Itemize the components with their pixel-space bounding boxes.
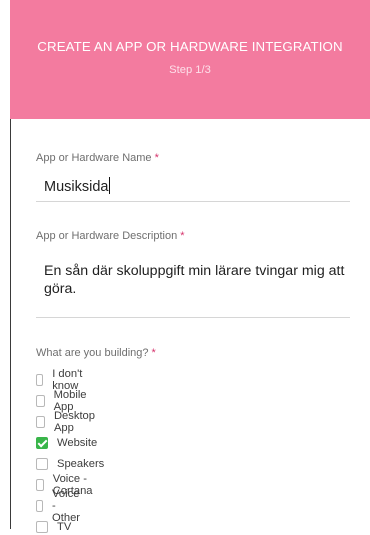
option-label: Website [57, 437, 98, 449]
text-caret [109, 177, 111, 194]
building-label-text: What are you building? [36, 347, 149, 359]
name-label-text: App or Hardware Name [36, 152, 152, 164]
option-label: TV [57, 521, 72, 533]
option-desktop-app[interactable]: Desktop App [36, 410, 98, 434]
option-label: Speakers [57, 458, 105, 470]
left-border [10, 119, 11, 529]
option-i-dont-know[interactable]: I don't know [36, 368, 83, 392]
step-indicator: Step 1/3 [169, 64, 211, 76]
checkbox[interactable] [36, 500, 44, 512]
required-mark: * [151, 347, 156, 359]
checkbox[interactable] [36, 479, 44, 491]
option-speakers[interactable]: Speakers [36, 456, 104, 472]
checkbox[interactable] [36, 374, 44, 386]
header-title: CREATE AN APP OR HARDWARE INTEGRATION [37, 39, 343, 54]
name-input-underline [36, 201, 350, 202]
description-input[interactable]: En sån där skoluppgift min lärare tvinga… [44, 262, 354, 298]
option-website[interactable]: Website [36, 435, 97, 451]
checkbox[interactable] [36, 458, 48, 470]
required-mark: * [180, 230, 185, 242]
description-input-underline [36, 317, 350, 318]
checkbox-checked[interactable] [36, 437, 48, 449]
description-label-text: App or Hardware Description [36, 230, 178, 242]
checkbox[interactable] [36, 395, 45, 407]
option-voice-other[interactable]: Voice - Other [36, 488, 85, 524]
checkbox[interactable] [36, 521, 48, 533]
name-input-value: Musiksida [44, 179, 109, 195]
option-tv[interactable]: TV [36, 519, 71, 535]
name-input[interactable]: Musiksida [44, 177, 111, 195]
checkbox[interactable] [36, 416, 45, 428]
option-mobile-app[interactable]: Mobile App [36, 389, 90, 413]
building-label: What are you building? * [36, 347, 156, 359]
page-header: CREATE AN APP OR HARDWARE INTEGRATION St… [10, 0, 370, 119]
required-mark: * [154, 152, 159, 164]
description-label: App or Hardware Description * [36, 230, 185, 242]
option-label: Desktop App [53, 410, 95, 434]
name-label: App or Hardware Name * [36, 152, 159, 164]
